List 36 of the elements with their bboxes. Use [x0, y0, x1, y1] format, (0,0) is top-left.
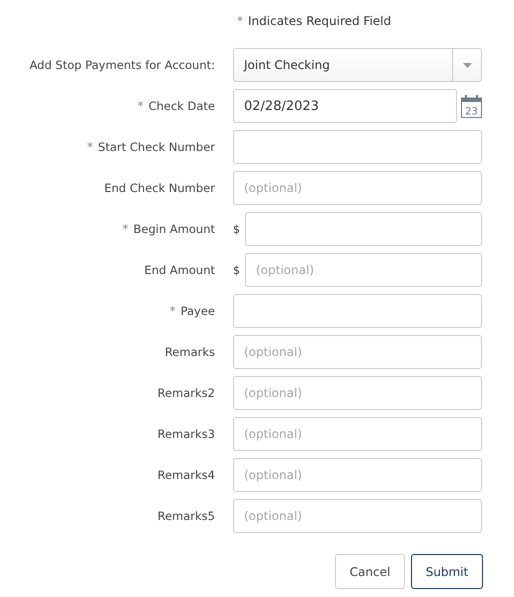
- submit-button[interactable]: Submit: [411, 554, 483, 589]
- field-label: Payee: [180, 304, 215, 318]
- field-label: End Amount: [144, 263, 215, 277]
- currency-symbol: $: [233, 264, 240, 276]
- cancel-button[interactable]: Cancel: [335, 554, 405, 589]
- field-label: Remarks2: [158, 386, 215, 400]
- text-field[interactable]: (optional): [233, 417, 482, 451]
- text-field[interactable]: (optional): [233, 171, 482, 205]
- field-label: Remarks5: [158, 509, 215, 523]
- required-asterisk: *: [137, 99, 144, 113]
- caret-icon: [462, 62, 472, 68]
- text-field[interactable]: (optional): [233, 335, 482, 369]
- required-asterisk: *: [87, 140, 94, 154]
- text-field[interactable]: [233, 130, 482, 164]
- text-field[interactable]: (optional): [233, 458, 482, 492]
- amount-field[interactable]: [245, 212, 482, 246]
- field-label: Remarks: [164, 345, 215, 359]
- account-select[interactable]: Joint Checking: [233, 48, 482, 82]
- required-note: Indicates Required Field: [248, 14, 392, 28]
- text-field[interactable]: [233, 294, 482, 328]
- date-field[interactable]: 02/28/2023: [233, 89, 457, 123]
- required-asterisk: *: [122, 222, 128, 236]
- field-label: Add Stop Payments for Account:: [30, 58, 215, 72]
- field-label: Begin Amount: [133, 222, 215, 236]
- field-label: Remarks4: [158, 468, 215, 482]
- calendar-icon[interactable]: 23: [461, 94, 482, 118]
- field-label: Start Check Number: [98, 140, 215, 154]
- required-asterisk: *: [170, 304, 176, 318]
- text-field[interactable]: (optional): [233, 376, 482, 410]
- field-label: End Check Number: [104, 181, 215, 195]
- currency-symbol: $: [233, 222, 240, 236]
- field-label: Remarks3: [158, 427, 215, 441]
- text-field[interactable]: (optional): [233, 499, 482, 533]
- required-asterisk: *: [237, 14, 243, 28]
- amount-field[interactable]: (optional): [245, 253, 482, 287]
- field-label: Check Date: [148, 99, 215, 113]
